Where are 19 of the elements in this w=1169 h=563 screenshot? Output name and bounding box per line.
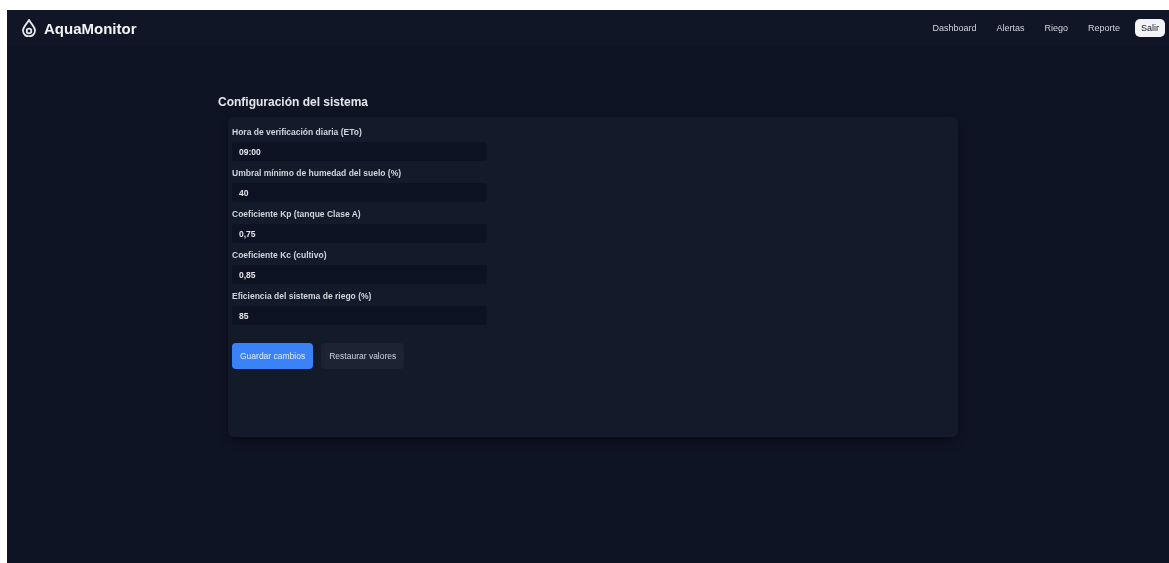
- input-field[interactable]: 0,85: [232, 265, 487, 284]
- input-field[interactable]: 85: [232, 306, 487, 325]
- field-label: Eficiencia del sistema de riego (%): [232, 291, 373, 301]
- app-name: AquaMonitor: [44, 19, 137, 37]
- input-field[interactable]: 40: [232, 183, 487, 202]
- nav-link[interactable]: Alertas: [996, 23, 1025, 33]
- field-label: Coeficiente Kc (cultivo): [232, 250, 328, 260]
- nav-link[interactable]: Reporte: [1087, 23, 1120, 33]
- logout-button[interactable]: Salir: [1135, 19, 1165, 37]
- input-field[interactable]: 0,75: [232, 224, 487, 243]
- input-field[interactable]: 09:00: [232, 142, 487, 161]
- field-label: Hora de verificación diaria (ETo): [232, 127, 363, 137]
- field-label: Umbral mínimo de humedad del suelo (%): [232, 168, 403, 178]
- reset-button[interactable]: Restaurar valores: [321, 343, 405, 369]
- field-label: Coeficiente Kp (tanque Clase A): [232, 209, 362, 219]
- page-title: Configuración del sistema: [218, 95, 370, 109]
- water-drop-icon: [21, 19, 37, 37]
- nav-link[interactable]: Dashboard: [932, 23, 977, 33]
- nav-link[interactable]: Riego: [1044, 23, 1068, 33]
